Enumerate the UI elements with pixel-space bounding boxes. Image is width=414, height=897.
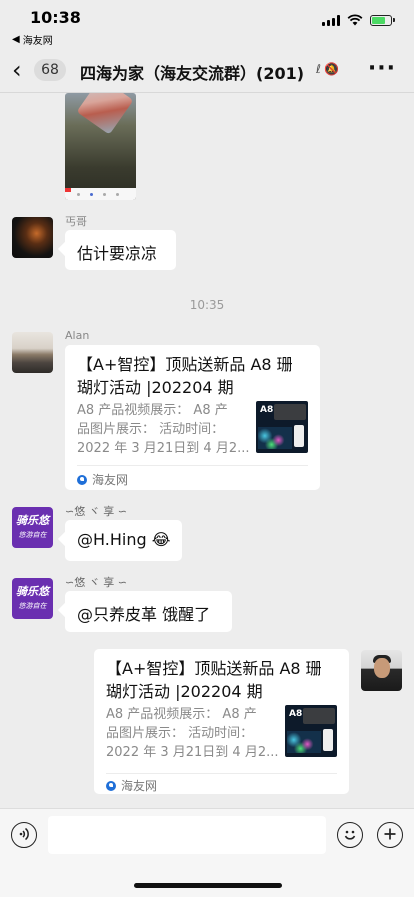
card-description-line: 品图片展示： 活动时间：: [106, 726, 254, 741]
card-source: 海友网: [77, 471, 128, 488]
signal-icon: [322, 14, 340, 26]
voice-icon: [19, 827, 29, 841]
status-time: 10:38: [30, 8, 81, 27]
back-chevron-icon[interactable]: ‹: [12, 58, 22, 82]
battery-icon: [370, 14, 395, 26]
back-to-app-link[interactable]: ◀ 海友网: [12, 32, 53, 47]
mute-bell-icon: 🔕: [323, 62, 339, 76]
card-source-name: 海友网: [121, 779, 158, 793]
source-logo-icon: [106, 780, 116, 791]
sender-name: ∽悠 ヾ 享 ∽: [65, 505, 127, 518]
card-description-line: A8 产品视频展示： A8 产: [106, 707, 257, 722]
sender-name: Alan: [65, 329, 90, 342]
self-link-card[interactable]: 【A+智控】顶贴送新品 A8 珊 瑚灯活动 |202204 期 A8 产品视频展…: [94, 649, 349, 794]
voice-input-button[interactable]: [11, 822, 37, 848]
plus-icon: [384, 828, 396, 840]
card-source-name: 海友网: [92, 473, 129, 487]
emoji-icon: [344, 830, 356, 840]
card-source: 海友网: [106, 777, 157, 794]
message-text: @只养皮革 饿醒了: [77, 605, 211, 624]
time-separator: 10:35: [189, 298, 225, 312]
avatar[interactable]: 骑乐悠 悠游自在: [12, 578, 53, 619]
avatar[interactable]: [12, 332, 53, 373]
avatar[interactable]: [12, 217, 53, 258]
home-indicator: [134, 883, 282, 888]
card-thumbnail: A8: [256, 401, 308, 453]
unread-count-badge[interactable]: 68: [34, 59, 66, 81]
wifi-icon: [347, 14, 363, 26]
card-description-line: 2022 年 3 月21日到 4 月2...: [77, 441, 250, 456]
card-title-line: 瑚灯活动 |202204 期: [106, 682, 263, 701]
ear-icon: ℓ: [316, 62, 321, 76]
card-title-line: 【A+智控】顶贴送新品 A8 珊: [77, 355, 293, 374]
more-functions-button[interactable]: [377, 822, 403, 848]
emoji-button[interactable]: [337, 822, 363, 848]
card-divider: [106, 773, 337, 774]
status-icons: [322, 14, 395, 26]
card-description-line: A8 产品视频展示： A8 产: [77, 403, 228, 418]
card-thumbnail: A8: [285, 705, 337, 757]
card-title-line: 瑚灯活动 |202204 期: [77, 378, 234, 397]
card-divider: [77, 465, 308, 466]
message-bubble[interactable]: @H.Hing 😂: [65, 520, 182, 561]
message-text: @H.Hing 😂: [77, 530, 171, 549]
back-triangle-icon: ◀: [12, 34, 20, 45]
header-divider: [0, 92, 414, 93]
message-text: 估计要凉凉: [77, 244, 158, 263]
card-thumb-label: A8: [289, 709, 303, 719]
chat-header: ‹ 68 四海为家（海友交流群）(201) ℓ 🔕 ···: [0, 50, 414, 92]
link-card[interactable]: 【A+智控】顶贴送新品 A8 珊 瑚灯活动 |202204 期 A8 产品视频展…: [65, 345, 320, 490]
self-avatar[interactable]: [361, 650, 402, 691]
header-status-icons: ℓ 🔕: [316, 62, 339, 76]
sender-name: ∽悠 ヾ 享 ∽: [65, 576, 127, 589]
chat-title: 四海为家（海友交流群）(201): [80, 64, 305, 83]
message-bubble[interactable]: 估计要凉凉: [65, 230, 176, 270]
avatar[interactable]: 骑乐悠 悠游自在: [12, 507, 53, 548]
card-description-line: 品图片展示： 活动时间：: [77, 422, 225, 437]
more-options-icon[interactable]: ···: [368, 56, 396, 81]
message-input[interactable]: [48, 816, 326, 854]
card-title-line: 【A+智控】顶贴送新品 A8 珊: [106, 659, 322, 678]
message-bubble[interactable]: @只养皮革 饿醒了: [65, 591, 232, 632]
card-thumb-label: A8: [260, 405, 274, 415]
video-message-thumbnail[interactable]: [65, 93, 136, 200]
source-logo-icon: [77, 474, 87, 485]
back-app-label: 海友网: [22, 36, 53, 47]
card-description-line: 2022 年 3 月21日到 4 月2...: [106, 745, 279, 760]
sender-name: 丐哥: [65, 215, 87, 228]
